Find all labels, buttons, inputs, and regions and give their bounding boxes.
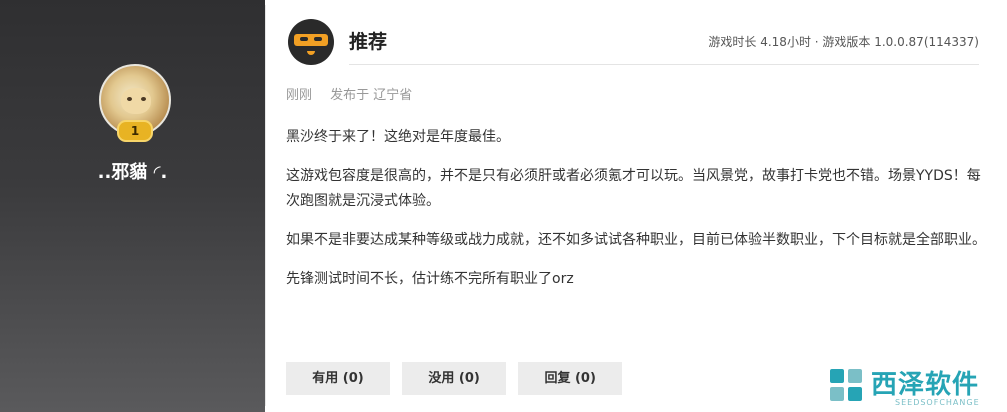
review-paragraph: 这游戏包容度是很高的，并不是只有必须肝或者必须氪才可以玩。当风景党，故事打卡党也…: [286, 168, 981, 209]
avatar-face: [121, 88, 151, 114]
avatar-eye-right: [141, 97, 146, 101]
review-title: 推荐: [349, 31, 388, 53]
recommend-icon: [288, 19, 334, 65]
recommend-icon-eye-left: [300, 37, 308, 41]
watermark: 西泽软件 SEEDSOFCHANGE: [809, 358, 1007, 412]
divider: [349, 64, 979, 65]
avatar-eye-left: [127, 97, 132, 101]
post-time: 刚刚: [286, 88, 313, 103]
watermark-logo-icon: [830, 369, 862, 401]
post-meta: 刚刚 发布于 辽宁省: [286, 84, 412, 103]
useful-button[interactable]: 有用 (0): [286, 362, 390, 395]
level-badge: 1: [117, 120, 153, 142]
user-panel: 1 ..邪貓 ◜.: [0, 0, 265, 412]
user-avatar-wrap[interactable]: 1: [99, 64, 171, 142]
recommend-icon-mouth: [307, 51, 315, 55]
playtime-version: 游戏时长 4.18小时 · 游戏版本 1.0.0.87(114337): [708, 35, 979, 49]
recommend-icon-eye-right: [314, 37, 322, 41]
useless-button[interactable]: 没用 (0): [402, 362, 507, 395]
post-location: 发布于 辽宁省: [330, 88, 413, 103]
recommend-icon-band: [294, 34, 328, 46]
review-paragraph: 黑沙终于来了！这绝对是年度最佳。: [286, 129, 510, 145]
watermark-name: 西泽软件: [871, 370, 980, 400]
watermark-sub: SEEDSOFCHANGE: [895, 398, 980, 407]
review-content: 黑沙终于来了！这绝对是年度最佳。 这游戏包容度是很高的，并不是只有必须肝或者必须…: [286, 125, 986, 306]
reply-button[interactable]: 回复 (0): [518, 362, 623, 395]
review-paragraph: 如果不是非要达成某种等级或战力成就，还不如多试试各种职业，目前已体验半数职业，下…: [286, 232, 986, 248]
review-actions: 有用 (0) 没用 (0) 回复 (0): [286, 362, 629, 395]
username[interactable]: ..邪貓 ◜.: [0, 158, 265, 184]
review-paragraph: 先锋测试时间不长，估计练不完所有职业了orz: [286, 271, 574, 287]
review-card: 推荐 游戏时长 4.18小时 · 游戏版本 1.0.0.87(114337) 刚…: [265, 5, 999, 406]
